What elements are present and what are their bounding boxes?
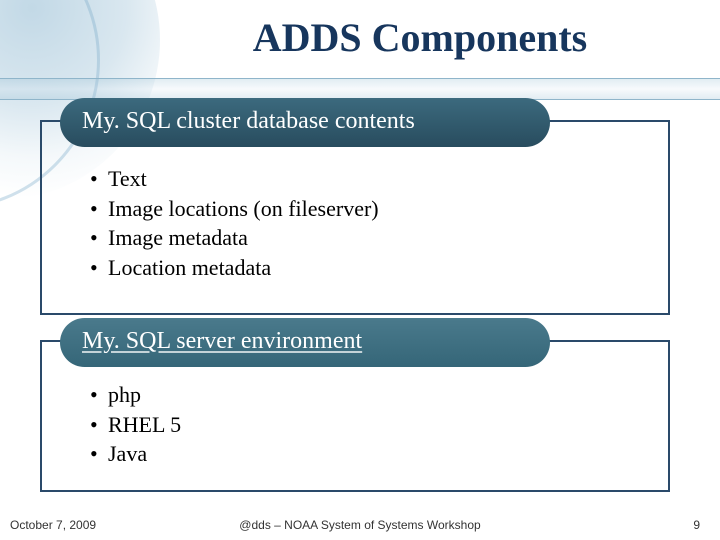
slide-footer: October 7, 2009 @dds – NOAA System of Sy…: [0, 512, 720, 532]
list-item: php: [90, 380, 648, 410]
footer-page-number: 9: [693, 518, 700, 532]
slide: ADDS Components My. SQL cluster database…: [0, 0, 720, 540]
list-item: RHEL 5: [90, 410, 648, 440]
page-title: ADDS Components: [0, 14, 700, 61]
bullet-list-2: php RHEL 5 Java: [90, 380, 648, 469]
list-item: Text: [90, 164, 648, 194]
section-box-2: My. SQL server environment php RHEL 5 Ja…: [40, 340, 670, 492]
title-band: [0, 78, 720, 100]
footer-center-text: @dds – NOAA System of Systems Workshop: [0, 518, 720, 532]
list-item: Image locations (on fileserver): [90, 194, 648, 224]
list-item: Java: [90, 439, 648, 469]
section-box-1: My. SQL cluster database contents Text I…: [40, 120, 670, 315]
section-heading-pill-2: My. SQL server environment: [60, 318, 550, 367]
bullet-list-1: Text Image locations (on fileserver) Ima…: [90, 164, 648, 283]
section-heading-2: My. SQL server environment: [82, 328, 362, 354]
section-heading-1: My. SQL cluster database contents: [82, 108, 415, 134]
list-item: Image metadata: [90, 223, 648, 253]
section-heading-pill-1: My. SQL cluster database contents: [60, 98, 550, 147]
list-item: Location metadata: [90, 253, 648, 283]
